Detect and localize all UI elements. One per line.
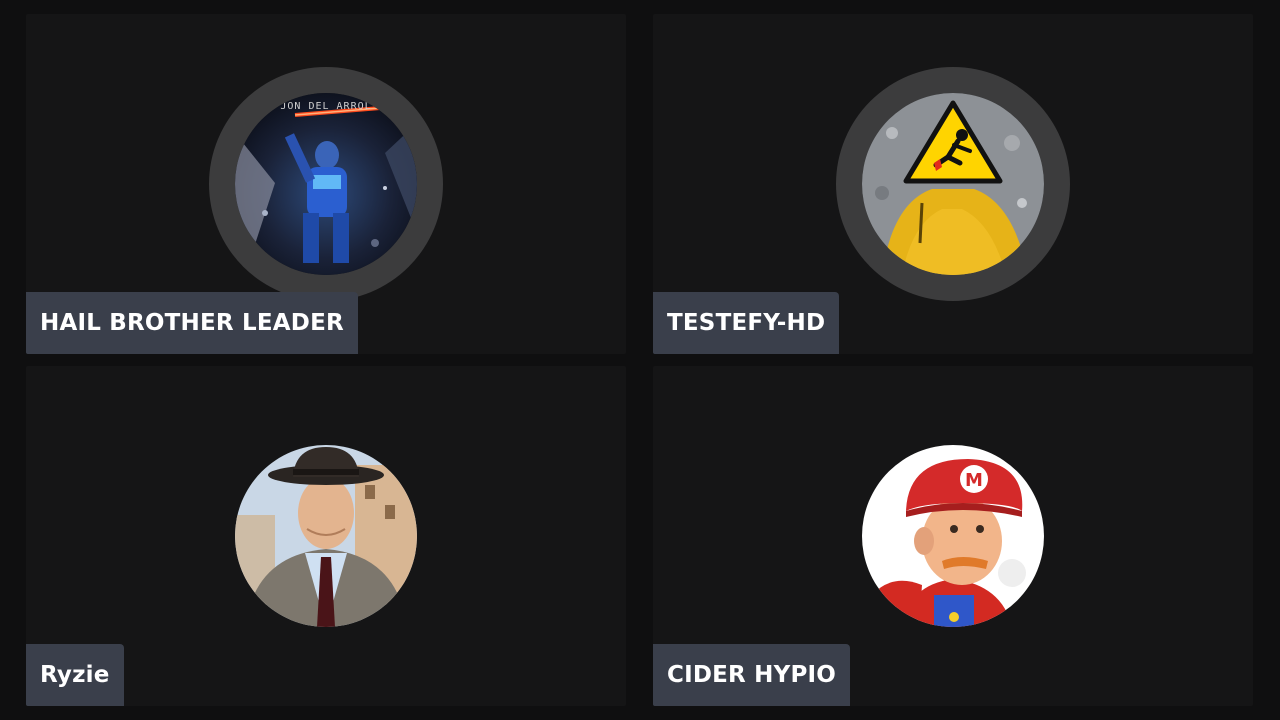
svg-text:M: M bbox=[965, 470, 983, 491]
participant-name: HAIL BROTHER LEADER bbox=[40, 310, 344, 336]
speaking-indicator-ring: JON DEL ARROL bbox=[235, 93, 417, 275]
speaking-indicator-ring bbox=[862, 93, 1044, 275]
participant-name: Ryzie bbox=[40, 662, 110, 688]
participant-name-tag: HAIL BROTHER LEADER bbox=[26, 292, 358, 354]
participant-tile[interactable]: Ryzie bbox=[26, 366, 626, 706]
plumber-cap-avatar: M bbox=[862, 445, 1044, 627]
avatar-frame: M bbox=[862, 445, 1044, 627]
participant-name-tag: Ryzie bbox=[26, 644, 124, 706]
armored-robot-avatar: JON DEL ARROL bbox=[235, 93, 417, 275]
participant-grid: JON DEL ARROL HAIL BROTHER LEADER TESTEF… bbox=[0, 0, 1280, 720]
participant-name: TESTEFY-HD bbox=[667, 310, 826, 336]
participant-tile[interactable]: M CIDER HYPIO bbox=[653, 366, 1253, 706]
avatar-caption: JON DEL ARROL bbox=[280, 101, 372, 112]
participant-tile[interactable]: JON DEL ARROL HAIL BROTHER LEADER bbox=[26, 14, 626, 354]
caution-sign-raincoat-avatar bbox=[862, 93, 1044, 275]
participant-name-tag: TESTEFY-HD bbox=[653, 292, 840, 354]
participant-name: CIDER HYPIO bbox=[667, 662, 837, 688]
participant-name-tag: CIDER HYPIO bbox=[653, 644, 851, 706]
man-in-fedora-avatar bbox=[235, 445, 417, 627]
participant-tile[interactable]: TESTEFY-HD bbox=[653, 14, 1253, 354]
avatar-frame bbox=[235, 445, 417, 627]
